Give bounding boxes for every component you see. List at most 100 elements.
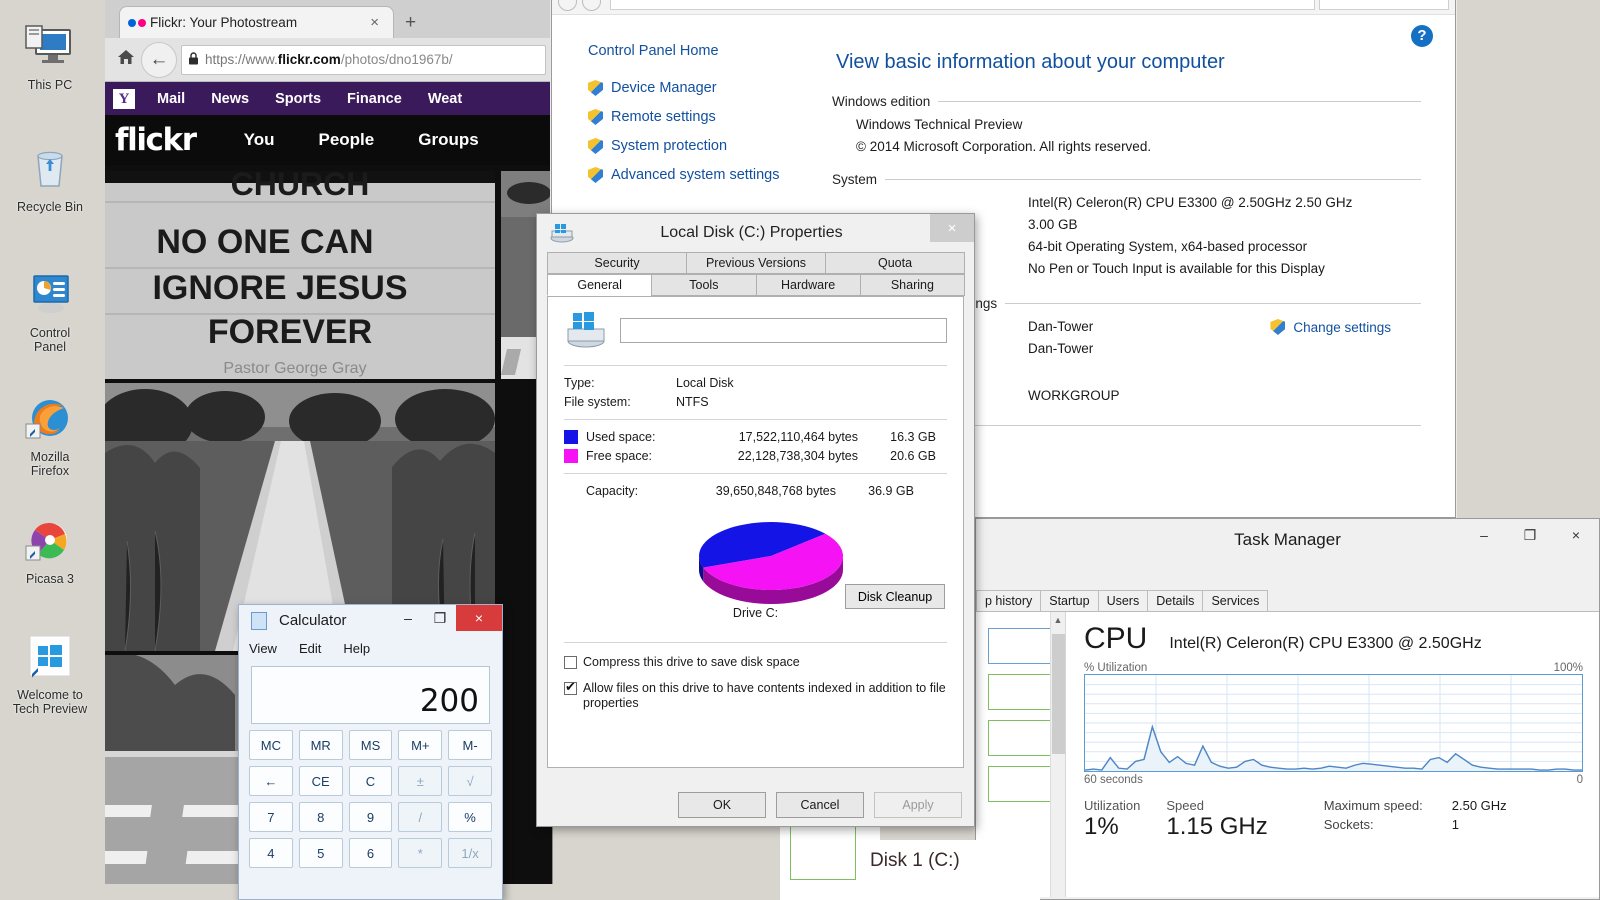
yahoo-logo-icon[interactable]: Y xyxy=(113,88,135,109)
ok-button[interactable]: OK xyxy=(678,792,766,818)
scrollbar-thumb[interactable] xyxy=(1052,634,1065,754)
dialog-title: Local Disk (C:) Properties xyxy=(660,224,843,241)
sidebar-thumb-disk1[interactable] xyxy=(987,766,1054,802)
close-button[interactable]: × xyxy=(456,605,502,631)
index-checkbox[interactable] xyxy=(564,679,577,695)
key-reciprocal[interactable]: 1/x xyxy=(448,838,492,868)
minimize-button[interactable]: – xyxy=(1461,519,1507,551)
sidebar-item-system-protection[interactable]: System protection xyxy=(588,138,832,154)
index-contents-checkbox-row[interactable]: Allow files on this drive to have conten… xyxy=(564,679,947,711)
minimize-button[interactable]: – xyxy=(392,605,424,631)
desktop-icon-firefox[interactable]: Mozilla Firefox xyxy=(0,396,100,478)
key-sqrt[interactable]: √ xyxy=(448,766,492,796)
key-5[interactable]: 5 xyxy=(298,838,343,868)
address-input[interactable] xyxy=(610,0,1315,10)
back-button[interactable]: ← xyxy=(141,41,177,78)
maximize-button[interactable]: ❐ xyxy=(1507,519,1553,551)
sidebar-item-advanced-system-settings[interactable]: Advanced system settings xyxy=(588,167,832,183)
photo-church-sign[interactable]: CHURCH NO ONE CAN IGNORE JESUS FOREVER P… xyxy=(105,171,495,379)
desktop-icon-this-pc[interactable]: This PC xyxy=(0,24,100,92)
sidebar-thumb-memory[interactable] xyxy=(987,674,1054,710)
home-icon[interactable] xyxy=(111,49,141,70)
desktop-icon-welcome-tech-preview[interactable]: Welcome to Tech Preview xyxy=(0,634,100,716)
help-icon[interactable]: ? xyxy=(1411,25,1433,47)
task-manager-scrollbar[interactable]: ▲ xyxy=(1050,612,1065,897)
yahoo-nav-bar: Y Mail News Sports Finance Weat xyxy=(105,82,552,115)
url-input[interactable]: https://www. flickr.com/photos/dno1967b/ xyxy=(181,44,546,75)
key-mc[interactable]: MC xyxy=(249,730,293,760)
yahoo-nav-news[interactable]: News xyxy=(211,91,249,107)
browser-tab[interactable]: Flickr: Your Photostream × xyxy=(119,6,394,38)
control-panel-search-input[interactable] xyxy=(1319,0,1449,10)
flickr-logo[interactable]: flickr xyxy=(115,122,197,158)
yahoo-nav-sports[interactable]: Sports xyxy=(275,91,321,107)
sidebar-thumb-disk0[interactable] xyxy=(987,720,1054,756)
key-ce[interactable]: CE xyxy=(298,766,343,796)
sidebar-item-control-panel-home[interactable]: Control Panel Home xyxy=(588,43,832,59)
menu-view[interactable]: View xyxy=(249,641,277,656)
back-icon[interactable] xyxy=(558,0,577,11)
forward-icon[interactable] xyxy=(582,0,601,11)
desktop-icon-picasa[interactable]: Picasa 3 xyxy=(0,518,100,586)
scroll-up-icon[interactable]: ▲ xyxy=(1051,612,1065,625)
key-8[interactable]: 8 xyxy=(298,802,343,832)
calculator-display: 200 xyxy=(251,666,490,724)
key-9[interactable]: 9 xyxy=(348,802,393,832)
url-path: /photos/dno1967b/ xyxy=(340,52,453,67)
close-button[interactable]: × xyxy=(1553,519,1599,551)
tab-quota[interactable]: Quota xyxy=(825,252,965,274)
change-settings-link[interactable]: Change settings xyxy=(1270,319,1391,335)
yahoo-nav-mail[interactable]: Mail xyxy=(157,91,185,107)
key-m-minus[interactable]: M- xyxy=(448,730,492,760)
key-divide[interactable]: / xyxy=(398,802,443,832)
key-multiply[interactable]: * xyxy=(398,838,443,868)
key-mr[interactable]: MR xyxy=(298,730,343,760)
menu-help[interactable]: Help xyxy=(343,641,370,656)
close-tab-icon[interactable]: × xyxy=(364,14,385,31)
tab-services[interactable]: Services xyxy=(1202,590,1269,611)
key-backspace[interactable]: ← xyxy=(249,766,293,796)
tab-hardware[interactable]: Hardware xyxy=(755,274,861,296)
tab-tools[interactable]: Tools xyxy=(651,274,757,296)
sidebar-item-device-manager[interactable]: Device Manager xyxy=(588,80,832,96)
sidebar-thumb-disk1-graph[interactable] xyxy=(790,844,856,880)
key-percent[interactable]: % xyxy=(448,802,492,832)
tab-previous-versions[interactable]: Previous Versions xyxy=(686,252,826,274)
key-6[interactable]: 6 xyxy=(348,838,393,868)
desktop-icon-recycle-bin[interactable]: Recycle Bin xyxy=(0,146,100,214)
flickr-nav-people[interactable]: People xyxy=(318,130,374,150)
sidebar-thumb-cpu[interactable] xyxy=(987,628,1054,664)
key-ms[interactable]: MS xyxy=(348,730,393,760)
key-m-plus[interactable]: M+ xyxy=(398,730,443,760)
flickr-nav-you[interactable]: You xyxy=(244,130,275,150)
row-free-space: Free space: 22,128,738,304 bytes 20.6 GB xyxy=(564,449,947,463)
cancel-button[interactable]: Cancel xyxy=(776,792,864,818)
volume-label-input[interactable] xyxy=(620,317,947,343)
disk-cleanup-button[interactable]: Disk Cleanup xyxy=(845,584,945,609)
flickr-nav-groups[interactable]: Groups xyxy=(418,130,478,150)
tab-general[interactable]: General xyxy=(547,274,653,296)
maximize-button[interactable]: ❐ xyxy=(424,605,456,631)
desktop-icon-control-panel[interactable]: Control Panel xyxy=(0,272,100,354)
menu-edit[interactable]: Edit xyxy=(299,641,321,656)
tab-startup[interactable]: Startup xyxy=(1040,590,1099,611)
divider xyxy=(564,642,947,643)
row-key: Capacity: xyxy=(586,484,639,498)
close-button[interactable]: × xyxy=(930,214,974,242)
compress-checkbox[interactable] xyxy=(564,656,577,669)
new-tab-button[interactable]: + xyxy=(405,12,416,34)
yahoo-nav-finance[interactable]: Finance xyxy=(347,91,402,107)
key-plus-minus[interactable]: ± xyxy=(398,766,443,796)
key-4[interactable]: 4 xyxy=(249,838,293,868)
tab-sharing[interactable]: Sharing xyxy=(859,274,965,296)
sidebar-item-remote-settings[interactable]: Remote settings xyxy=(588,109,832,125)
key-c[interactable]: C xyxy=(348,766,393,796)
tab-app-history[interactable]: p history xyxy=(976,590,1042,611)
tab-users[interactable]: Users xyxy=(1097,590,1149,611)
key-7[interactable]: 7 xyxy=(249,802,293,832)
compress-drive-checkbox-row[interactable]: Compress this drive to save disk space xyxy=(564,655,947,669)
apply-button: Apply xyxy=(874,792,962,818)
tab-details[interactable]: Details xyxy=(1147,590,1204,611)
tab-security[interactable]: Security xyxy=(547,252,687,274)
yahoo-nav-weather[interactable]: Weat xyxy=(428,91,462,107)
